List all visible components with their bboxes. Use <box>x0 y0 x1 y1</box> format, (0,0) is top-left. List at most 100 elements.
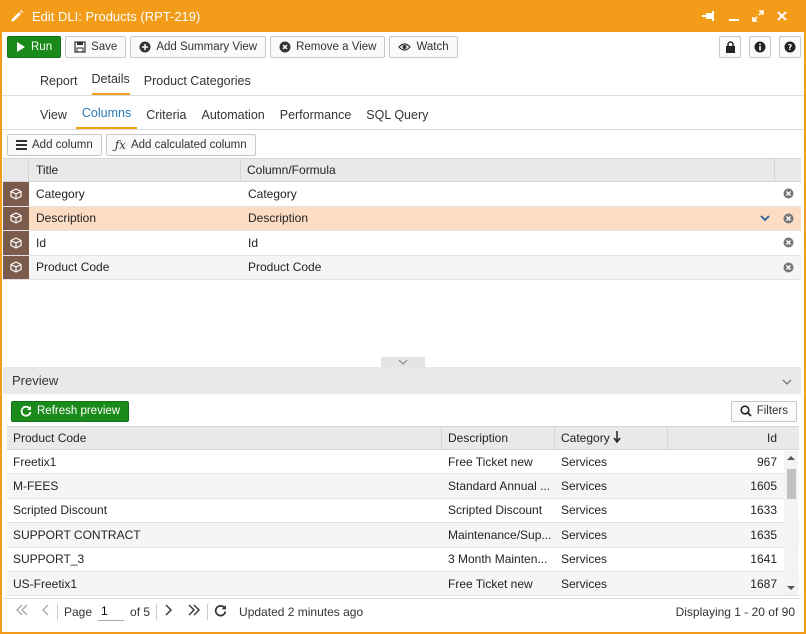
refresh-preview-button[interactable]: Refresh preview <box>11 400 130 422</box>
page-label: Page <box>64 604 93 619</box>
tab-criteria[interactable]: Criteria <box>146 108 186 129</box>
refresh-icon[interactable] <box>214 604 227 620</box>
header-action-cell <box>775 159 801 181</box>
watch-button[interactable]: Watch <box>389 36 458 58</box>
chevron-down-icon[interactable] <box>782 373 792 388</box>
header-column-formula[interactable]: Column/Formula <box>241 159 775 181</box>
remove-row-icon[interactable] <box>775 188 801 199</box>
prev-page-icon[interactable] <box>41 604 51 619</box>
preview-grid-header: Product Code Description Category Id <box>7 426 799 450</box>
info-button[interactable] <box>749 36 771 58</box>
header-id[interactable]: Id <box>668 427 799 449</box>
run-label: Run <box>31 41 53 53</box>
header-description[interactable]: Description <box>442 427 555 449</box>
add-summary-view-button[interactable]: Add Summary View <box>130 36 267 58</box>
minimize-icon[interactable] <box>728 10 740 22</box>
table-row[interactable]: Id Id <box>3 231 801 256</box>
list-icon <box>16 140 27 150</box>
tab-automation[interactable]: Automation <box>202 108 265 129</box>
panel-splitter[interactable] <box>381 357 425 367</box>
next-page-icon[interactable] <box>163 604 173 619</box>
table-row[interactable]: SUPPORT CONTRACT Maintenance/Sup... Serv… <box>7 523 799 548</box>
remove-circle-icon <box>279 41 291 53</box>
tab-sql-query[interactable]: SQL Query <box>366 108 428 129</box>
sort-desc-icon <box>613 431 621 444</box>
header-category[interactable]: Category <box>555 427 668 449</box>
remove-view-button[interactable]: Remove a View <box>270 36 386 58</box>
cube-icon[interactable] <box>3 231 29 255</box>
tab-columns[interactable]: Columns <box>75 106 138 129</box>
table-row[interactable]: US-Freetix1 Free Ticket new Services 168… <box>7 571 799 597</box>
table-row[interactable]: M-FEES Standard Annual ... Services 1605 <box>7 474 799 499</box>
eye-icon <box>398 43 412 51</box>
main-toolbar: Run Save Add Summary View Remove a View … <box>2 34 804 60</box>
cell-category: Services <box>561 527 608 542</box>
tab-details[interactable]: Details <box>91 72 130 95</box>
add-calculated-column-button[interactable]: ƒx Add calculated column <box>105 134 256 156</box>
remove-row-icon[interactable] <box>775 262 801 273</box>
row-formula: Product Code <box>248 260 322 275</box>
remove-row-icon[interactable] <box>775 213 801 224</box>
pin-icon[interactable] <box>702 10 716 22</box>
close-icon[interactable] <box>776 10 788 22</box>
lock-button[interactable] <box>719 36 741 58</box>
save-button[interactable]: Save <box>65 36 127 58</box>
help-button[interactable]: ? <box>779 36 801 58</box>
tab-view[interactable]: View <box>40 108 67 129</box>
filters-label: Filters <box>756 405 788 417</box>
pager-separator <box>156 603 158 620</box>
chevron-down-icon[interactable] <box>755 214 775 222</box>
main-tabs: Report Details Product Categories <box>2 60 804 96</box>
cell-description: Scripted Discount <box>448 503 543 518</box>
cell-product-code: SUPPORT CONTRACT <box>13 527 141 542</box>
add-column-label: Add column <box>32 139 93 151</box>
title-bar[interactable]: Edit DLI: Products (RPT-219) <box>2 0 804 32</box>
tab-report[interactable]: Report <box>40 74 78 95</box>
cell-category: Services <box>561 552 608 567</box>
table-row[interactable]: Freetix1 Free Ticket new Services 967 <box>7 450 799 475</box>
refresh-icon <box>20 405 32 417</box>
first-page-icon[interactable] <box>15 604 29 619</box>
preview-title: Preview <box>12 373 59 388</box>
run-button[interactable]: Run <box>7 36 62 58</box>
add-column-button[interactable]: Add column <box>7 134 102 156</box>
cell-id: 1633 <box>750 503 777 518</box>
scroll-up-icon[interactable] <box>784 453 798 463</box>
pencil-icon <box>10 9 24 23</box>
table-row[interactable]: Category Category <box>3 182 801 207</box>
cube-icon[interactable] <box>3 206 29 230</box>
cell-product-code: US-Freetix1 <box>13 576 78 591</box>
preview-scrollbar[interactable] <box>784 451 798 595</box>
scroll-down-icon[interactable] <box>784 583 798 593</box>
table-row[interactable]: Product Code Product Code <box>3 255 801 280</box>
last-page-icon[interactable] <box>187 604 201 619</box>
cell-description: 3 Month Mainten... <box>448 552 548 567</box>
chevron-down-icon <box>398 359 408 365</box>
remove-row-icon[interactable] <box>775 237 801 248</box>
cell-id: 1687 <box>750 576 777 591</box>
cube-icon[interactable] <box>3 255 29 279</box>
function-icon: ƒx <box>114 138 126 152</box>
row-formula[interactable]: Description <box>241 211 755 225</box>
filters-button[interactable]: Filters <box>730 400 797 422</box>
preview-header[interactable]: Preview <box>3 367 801 394</box>
maximize-icon[interactable] <box>752 10 764 22</box>
header-product-code[interactable]: Product Code <box>7 427 442 449</box>
info-icon <box>754 41 766 53</box>
tab-product-categories[interactable]: Product Categories <box>144 74 251 95</box>
table-row[interactable]: Description Description <box>3 206 801 231</box>
lock-icon <box>725 41 735 53</box>
cube-icon[interactable] <box>3 182 29 206</box>
row-formula: Id <box>248 235 259 250</box>
table-row[interactable]: SUPPORT_3 3 Month Mainten... Services 16… <box>7 548 799 572</box>
cell-id: 1635 <box>750 527 777 542</box>
scrollbar-thumb[interactable] <box>787 469 796 499</box>
cell-product-code: Scripted Discount <box>13 503 108 518</box>
cell-category: Services <box>561 454 608 469</box>
page-number-input[interactable] <box>98 602 125 621</box>
preview-toolbar: Refresh preview Filters <box>3 398 801 424</box>
tab-performance[interactable]: Performance <box>280 108 352 129</box>
header-title[interactable]: Title <box>29 159 241 181</box>
table-row[interactable]: Scripted Discount Scripted Discount Serv… <box>7 499 799 524</box>
pager-separator <box>57 603 58 620</box>
